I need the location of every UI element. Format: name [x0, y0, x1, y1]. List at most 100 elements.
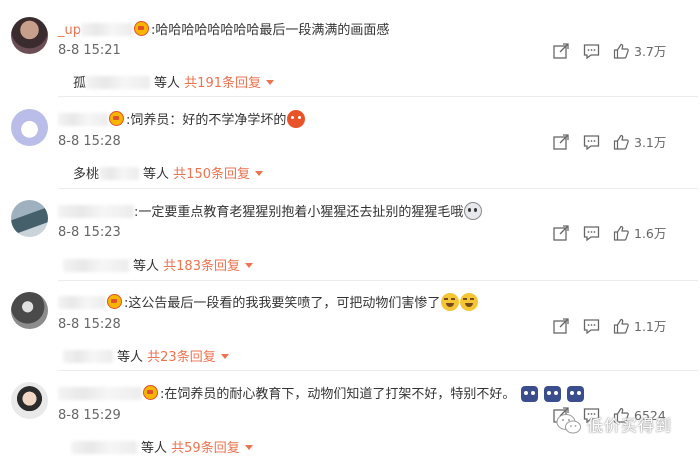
like-count: 3.1万 [634, 135, 667, 150]
comment-time: 8-8 15:28 [58, 317, 121, 332]
username[interactable] [58, 113, 108, 128]
divider [58, 370, 698, 371]
reply-suffix: 等人 [154, 76, 181, 91]
chevron-down-icon [244, 263, 253, 268]
reply-user: 多桃 [73, 167, 100, 182]
comment-line: :这公告最后一段看的我我要笑喷了，可把动物们害惨了 [58, 292, 479, 311]
reply-summary[interactable]: 等人 共23条回复 [63, 346, 229, 365]
comment-button[interactable] [583, 318, 600, 334]
watermark-text: 低价买得到 [587, 416, 673, 435]
thumbs-up-icon [613, 318, 629, 334]
cat-emoji-icon [567, 386, 585, 402]
username[interactable]: _up [58, 23, 133, 38]
chevron-down-icon [255, 171, 263, 176]
avatar[interactable] [11, 109, 48, 146]
watermark: 低价买得到 [556, 412, 672, 436]
comment-text: :在饲养员的耐心教育下，动物们知道了打架不好，特别不好。 [160, 387, 516, 402]
share-icon [553, 224, 569, 241]
comment-item: :一定要重点教育老猩猩别抱着小猩猩还去扯别的猩猩毛哦 8-8 15:23 1.6… [0, 192, 700, 284]
like-count: 3.7万 [634, 44, 667, 59]
comment-icon [583, 43, 600, 59]
avatar[interactable] [11, 17, 48, 54]
reply-suffix: 等人 [117, 350, 144, 365]
angry-emoji-icon [287, 110, 306, 128]
more-replies-link[interactable]: 共23条回复 [147, 350, 229, 365]
share-icon [553, 42, 569, 59]
share-button[interactable] [553, 42, 570, 59]
cat-emoji-icon [544, 386, 562, 402]
cat-emoji-icon [521, 386, 539, 402]
reply-user: 孤 [73, 76, 87, 91]
vip-badge-icon [134, 21, 149, 36]
laughing-emoji-icon [441, 293, 460, 311]
comment-time: 8-8 15:29 [58, 408, 121, 423]
crying-emoji-icon [464, 202, 483, 220]
like-count: 1.1万 [634, 319, 667, 334]
thumbs-up-icon [613, 225, 629, 241]
share-icon [553, 133, 569, 150]
avatar[interactable] [11, 200, 48, 237]
avatar[interactable] [11, 292, 48, 329]
wechat-icon [556, 414, 581, 434]
comment-line: :饲养员：好的不学净学坏的 [58, 109, 306, 128]
comment-line: _up :哈哈哈哈哈哈哈哈最后一段满满的画面感 [58, 19, 389, 38]
reply-summary[interactable]: 多桃 等人 共150条回复 [73, 163, 263, 182]
reply-summary[interactable]: 等人 共183条回复 [63, 255, 253, 274]
comment-actions: 1.1万 [553, 316, 666, 335]
username[interactable] [58, 205, 134, 220]
comment-icon [583, 225, 600, 241]
comment-item: :饲养员：好的不学净学坏的 8-8 15:28 3.1万 多桃 等人 共150条回… [0, 100, 700, 192]
comment-icon [583, 134, 600, 150]
share-button[interactable] [553, 133, 570, 150]
vip-badge-icon [109, 111, 124, 126]
comment-text: :饲养员：好的不学净学坏的 [126, 113, 287, 128]
reply-suffix: 等人 [141, 441, 168, 456]
comment-button[interactable] [583, 43, 600, 59]
reply-suffix: 等人 [133, 259, 160, 274]
avatar[interactable] [11, 382, 48, 419]
share-icon [553, 317, 569, 334]
divider [58, 188, 698, 189]
comment-icon [583, 318, 600, 334]
comment-actions: 3.1万 [553, 132, 666, 151]
comment-text: :这公告最后一段看的我我要笑喷了，可把动物们害惨了 [124, 296, 441, 311]
chevron-down-icon [266, 80, 274, 85]
thumbs-up-icon [613, 43, 629, 59]
comment-item: :这公告最后一段看的我我要笑喷了，可把动物们害惨了 8-8 15:28 1.1万… [0, 284, 700, 374]
laughing-emoji-icon [460, 293, 479, 311]
divider [58, 96, 698, 97]
comment-line: :一定要重点教育老猩猩别抱着小猩猩还去扯别的猩猩毛哦 [58, 201, 483, 220]
more-replies-link[interactable]: 共59条回复 [171, 441, 253, 456]
chevron-down-icon [220, 354, 229, 359]
more-replies-link[interactable]: 共150条回复 [173, 167, 263, 182]
like-button[interactable]: 1.1万 [613, 316, 666, 335]
comment-actions: 3.7万 [553, 41, 666, 60]
chevron-down-icon [244, 445, 253, 450]
vip-badge-icon [143, 385, 158, 400]
comment-button[interactable] [583, 225, 600, 241]
comment-line: :在饲养员的耐心教育下，动物们知道了打架不好，特别不好。 [58, 383, 585, 402]
comment-time: 8-8 15:28 [58, 134, 121, 149]
comment-item: _up :哈哈哈哈哈哈哈哈最后一段满满的画面感 8-8 15:21 3.7万 孤 等… [0, 0, 700, 100]
more-replies-link[interactable]: 共183条回复 [163, 259, 253, 274]
comment-button[interactable] [583, 134, 600, 150]
comment-text: :哈哈哈哈哈哈哈哈最后一段满满的画面感 [151, 23, 390, 38]
like-button[interactable]: 3.1万 [613, 132, 666, 151]
reply-summary[interactable]: 孤 等人 共191条回复 [73, 72, 274, 91]
share-button[interactable] [553, 317, 570, 334]
like-button[interactable]: 3.7万 [613, 41, 666, 60]
more-replies-link[interactable]: 共191条回复 [184, 76, 274, 91]
username[interactable] [58, 387, 142, 402]
comment-actions: 1.6万 [553, 223, 666, 242]
reply-summary[interactable]: 等人 共59条回复 [71, 437, 253, 456]
comment-text: :一定要重点教育老猩猩别抱着小猩猩还去扯别的猩猩毛哦 [134, 205, 464, 220]
vip-badge-icon [107, 294, 122, 309]
comment-time: 8-8 15:23 [58, 225, 121, 240]
share-button[interactable] [553, 224, 570, 241]
reply-suffix: 等人 [143, 167, 170, 182]
comment-time: 8-8 15:21 [58, 43, 121, 58]
username[interactable] [58, 296, 106, 311]
like-button[interactable]: 1.6万 [613, 223, 666, 242]
thumbs-up-icon [613, 134, 629, 150]
divider [58, 280, 698, 281]
